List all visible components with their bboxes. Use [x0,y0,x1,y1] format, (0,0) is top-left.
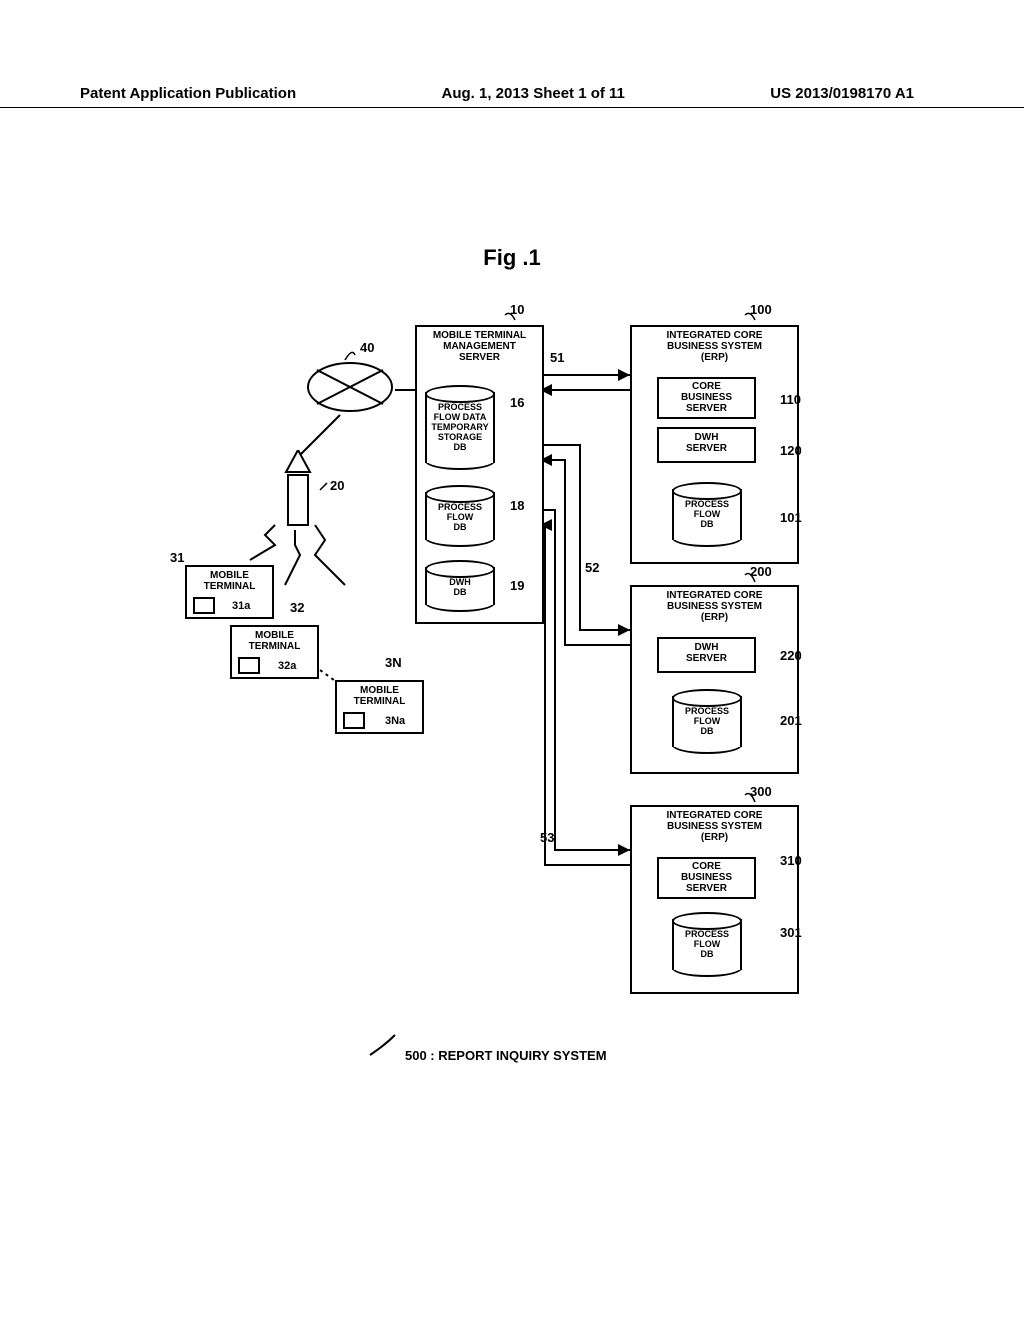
db-16-label: PROCESS FLOW DATA TEMPORARY STORAGE DB [425,403,495,452]
mobile-terminal-3n: MOBILE TERMINAL [335,680,424,734]
mobile-terminal-32: MOBILE TERMINAL [230,625,319,679]
dwh-srv-220-label: DWH SERVER [659,639,754,664]
ref-101: 101 [780,510,802,525]
ref-51: 51 [550,350,564,365]
ref-53: 53 [540,830,554,845]
ref-40: 40 [360,340,374,355]
diagram-canvas: 40 20 MOBILE TERMINAL 31 31a MOBILE TERM… [170,300,850,1100]
base-station-icon [278,450,318,535]
db-18: PROCESS FLOW DB [425,485,495,547]
mobile-terminal-32-label: MOBILE TERMINAL [232,627,317,652]
mobile-terminal-3n-label: MOBILE TERMINAL [337,682,422,707]
header-left: Patent Application Publication [80,85,296,102]
db-101: PROCESS FLOW DB [672,482,742,547]
ref-200: 200 [750,564,772,579]
figure-title: Fig .1 [0,245,1024,271]
ref-18: 18 [510,498,524,513]
db-16: PROCESS FLOW DATA TEMPORARY STORAGE DB [425,385,495,470]
db-201: PROCESS FLOW DB [672,689,742,754]
ref-100: 100 [750,302,772,317]
mobile-terminal-3na [343,712,365,729]
ref-32a: 32a [278,660,296,672]
erp-300-title: INTEGRATED CORE BUSINESS SYSTEM (ERP) [632,807,797,846]
core-srv-110: CORE BUSINESS SERVER [657,377,756,419]
erp-100-title: INTEGRATED CORE BUSINESS SYSTEM (ERP) [632,327,797,366]
ref-10: 10 [510,302,524,317]
ref-20: 20 [330,478,344,493]
ref-220: 220 [780,648,802,663]
mobile-terminal-32a [238,657,260,674]
page-header: Patent Application Publication Aug. 1, 2… [0,85,1024,108]
erp-200: INTEGRATED CORE BUSINESS SYSTEM (ERP) DW… [630,585,799,774]
ref-201: 201 [780,713,802,728]
db-301-label: PROCESS FLOW DB [672,930,742,960]
core-srv-310-label: CORE BUSINESS SERVER [659,859,754,894]
header-right: US 2013/0198170 A1 [770,85,914,102]
db-201-label: PROCESS FLOW DB [672,707,742,737]
ref-301: 301 [780,925,802,940]
core-srv-310: CORE BUSINESS SERVER [657,857,756,899]
dwh-srv-220: DWH SERVER [657,637,756,673]
mgmt-server-title: MOBILE TERMINAL MANAGEMENT SERVER [417,327,542,366]
db-18-label: PROCESS FLOW DB [425,503,495,533]
ref-52: 52 [585,560,599,575]
ref-310: 310 [780,853,802,868]
erp-300: INTEGRATED CORE BUSINESS SYSTEM (ERP) CO… [630,805,799,994]
core-srv-110-label: CORE BUSINESS SERVER [659,379,754,414]
ref-16: 16 [510,395,524,410]
network-node-icon [305,360,395,420]
db-19-label: DWH DB [425,578,495,598]
db-19: DWH DB [425,560,495,612]
mobile-terminal-31-label: MOBILE TERMINAL [187,567,272,592]
ref-19: 19 [510,578,524,593]
mobile-terminal-31: MOBILE TERMINAL [185,565,274,619]
ref-31a: 31a [232,600,250,612]
ref-32: 32 [290,600,304,615]
ref-120: 120 [780,443,802,458]
mobile-terminal-31a [193,597,215,614]
system-caption: 500 : REPORT INQUIRY SYSTEM [405,1048,607,1063]
ref-300: 300 [750,784,772,799]
ref-3n: 3N [385,655,402,670]
db-101-label: PROCESS FLOW DB [672,500,742,530]
ref-3na: 3Na [385,715,405,727]
header-center: Aug. 1, 2013 Sheet 1 of 11 [441,85,624,102]
erp-200-title: INTEGRATED CORE BUSINESS SYSTEM (ERP) [632,587,797,626]
ref-110: 110 [780,392,801,407]
ref-31: 31 [170,550,184,565]
dwh-srv-120: DWH SERVER [657,427,756,463]
dwh-srv-120-label: DWH SERVER [659,429,754,454]
db-301: PROCESS FLOW DB [672,912,742,977]
erp-100: INTEGRATED CORE BUSINESS SYSTEM (ERP) CO… [630,325,799,564]
